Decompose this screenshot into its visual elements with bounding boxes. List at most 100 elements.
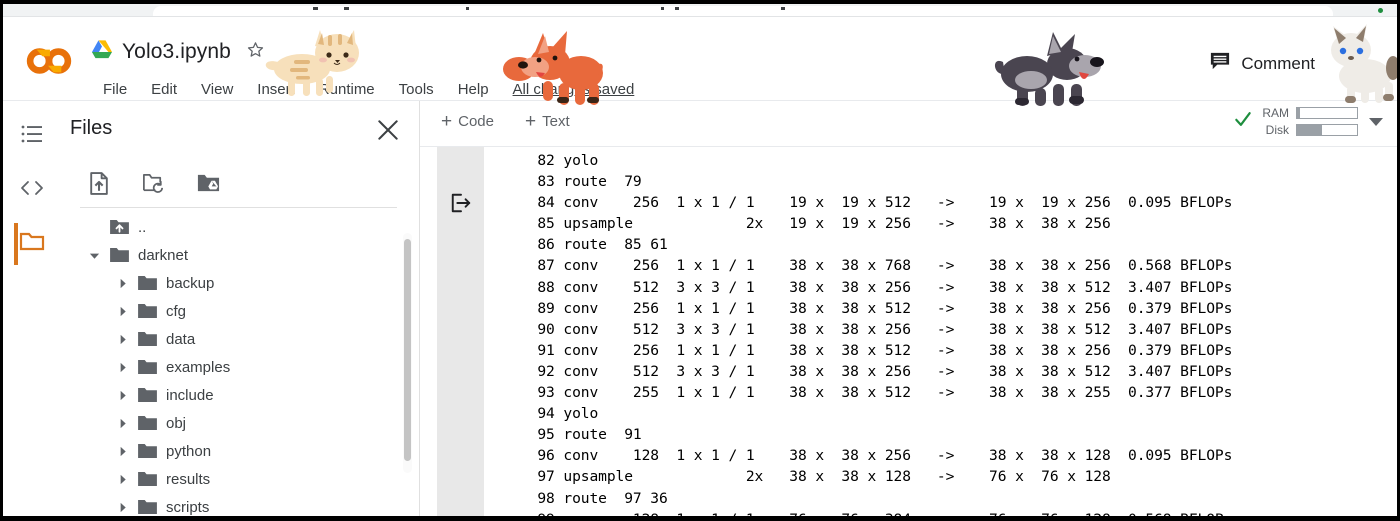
menu-insert[interactable]: Insert <box>245 79 307 100</box>
page-title[interactable]: Yolo3.ipynb <box>122 40 231 64</box>
files-toolbar-divider <box>80 207 397 208</box>
mount-drive-icon[interactable] <box>196 171 221 196</box>
tree-item-results[interactable]: results <box>58 465 419 493</box>
save-status-link[interactable]: All changes saved <box>513 81 635 98</box>
chevron-right-icon[interactable] <box>114 415 130 431</box>
colab-logo[interactable] <box>25 44 73 78</box>
green-check-icon <box>1233 109 1253 134</box>
folder-icon <box>138 303 157 319</box>
output-line: 83 route 79 <box>520 173 642 191</box>
output-line: 86 route 85 61 <box>520 236 668 254</box>
menu-runtime[interactable]: Runtime <box>307 79 387 100</box>
tree-item-darknet[interactable]: darknet <box>58 241 419 269</box>
chevron-right-icon[interactable] <box>114 443 130 459</box>
browser-tab[interactable] <box>153 6 1333 16</box>
runtime-resources[interactable]: RAM Disk <box>1233 106 1383 137</box>
file-tree: .. darknet backup cfg data examples include obj… <box>58 213 419 516</box>
tree-caret-empty <box>86 219 102 235</box>
resource-meters: RAM Disk <box>1260 106 1358 137</box>
notebook-area: 82 yolo 83 route 79 84 conv 256 1 x 1 / … <box>420 147 1397 516</box>
tree-item-obj[interactable]: obj <box>58 409 419 437</box>
close-icon[interactable] <box>375 117 401 143</box>
chrome-mark <box>466 7 469 10</box>
ram-meter-fill <box>1297 108 1300 118</box>
chevron-right-icon[interactable] <box>114 303 130 319</box>
menu-file[interactable]: File <box>91 79 139 100</box>
menu-help[interactable]: Help <box>446 79 501 100</box>
tree-item-label: scripts <box>166 498 210 516</box>
tree-item-cfg[interactable]: cfg <box>58 297 419 325</box>
plus-icon: + <box>525 111 537 132</box>
chevron-right-icon[interactable] <box>114 387 130 403</box>
chrome-status-dot <box>1378 8 1383 13</box>
chevron-right-icon[interactable] <box>114 331 130 347</box>
chrome-mark <box>313 7 318 10</box>
menu-edit[interactable]: Edit <box>139 79 189 100</box>
tree-item-python[interactable]: python <box>58 437 419 465</box>
output-line: 90 conv 512 3 x 3 / 1 38 x 38 x 256 -> 3… <box>520 320 1233 338</box>
files-scrollbar-thumb[interactable] <box>404 239 411 461</box>
tree-item-dotdot[interactable]: .. <box>58 213 419 241</box>
output-line: 96 conv 128 1 x 1 / 1 38 x 38 x 256 -> 3… <box>520 447 1233 465</box>
add-code-cell-button[interactable]: + Code <box>441 112 494 131</box>
refresh-folder-icon[interactable] <box>141 171 166 196</box>
folder-icon <box>138 443 157 459</box>
comment-button[interactable]: Comment <box>1209 51 1315 76</box>
tree-item-label: obj <box>166 414 187 432</box>
code-brackets-icon <box>20 179 44 202</box>
tree-item-label: python <box>166 442 212 460</box>
tree-item-scripts[interactable]: scripts <box>58 493 419 516</box>
notebook-toolbar: + Code + Text RAM Disk <box>420 101 1397 147</box>
output-line: 92 conv 512 3 x 3 / 1 38 x 38 x 256 -> 3… <box>520 362 1233 380</box>
cell-output-icon[interactable] <box>450 192 472 214</box>
chevron-right-icon[interactable] <box>114 499 130 515</box>
chrome-mark <box>344 7 349 10</box>
tree-item-examples[interactable]: examples <box>58 353 419 381</box>
chrome-mark <box>781 7 785 10</box>
folder-icon <box>138 331 157 347</box>
chevron-right-icon[interactable] <box>114 471 130 487</box>
ram-label: RAM <box>1262 106 1289 120</box>
sidebar-item-table-of-contents[interactable] <box>17 121 47 151</box>
ram-meter-bar <box>1296 107 1358 119</box>
files-scrollbar[interactable] <box>403 233 412 473</box>
tree-item-include[interactable]: include <box>58 381 419 409</box>
output-line: 88 conv 512 3 x 3 / 1 38 x 38 x 256 -> 3… <box>520 278 1233 296</box>
colab-window: Yolo3.ipynb File Edit View Insert Runtim… <box>0 0 1400 521</box>
document-title-row: Yolo3.ipynb <box>91 39 265 64</box>
disk-meter-bar <box>1296 124 1358 136</box>
folder-icon <box>138 387 157 403</box>
output-line: 94 yolo <box>520 405 599 423</box>
menu-bar: File Edit View Insert Runtime Tools Help… <box>91 79 634 100</box>
chevron-down-icon[interactable] <box>1369 117 1383 126</box>
tree-item-label: data <box>166 330 196 348</box>
tree-item-backup[interactable]: backup <box>58 269 419 297</box>
tree-item-data[interactable]: data <box>58 325 419 353</box>
folder-icon <box>138 275 157 291</box>
sidebar-item-files[interactable] <box>17 229 47 259</box>
app-header: Yolo3.ipynb File Edit View Insert Runtim… <box>3 17 1397 101</box>
menu-view[interactable]: View <box>189 79 245 100</box>
star-outline-icon[interactable] <box>240 40 265 64</box>
chevron-right-icon[interactable] <box>114 359 130 375</box>
cell-gutter <box>437 147 484 516</box>
cell-output: 82 yolo 83 route 79 84 conv 256 1 x 1 / … <box>484 147 1397 516</box>
output-line: 89 conv 256 1 x 1 / 1 38 x 38 x 512 -> 3… <box>520 299 1233 317</box>
add-text-label: Text <box>542 113 570 130</box>
output-line: 95 route 91 <box>520 426 642 444</box>
files-toolbar <box>58 159 419 207</box>
chevron-right-icon[interactable] <box>114 275 130 291</box>
disk-meter-fill <box>1297 125 1323 135</box>
tree-item-label: cfg <box>166 302 187 320</box>
output-line: 85 upsample 2x 19 x 19 x 256 -> 38 x 38 … <box>520 215 1111 233</box>
folder-icon <box>138 359 157 375</box>
sidebar-item-code-snippets[interactable] <box>17 175 47 205</box>
output-line: 98 route 97 36 <box>520 489 668 507</box>
files-panel-title: Files <box>70 117 113 139</box>
chevron-down-icon[interactable] <box>86 247 102 263</box>
browser-chrome-strip <box>3 4 1397 17</box>
upload-file-icon[interactable] <box>86 171 111 196</box>
add-text-cell-button[interactable]: + Text <box>525 112 570 131</box>
output-line: 91 conv 256 1 x 1 / 1 38 x 38 x 512 -> 3… <box>520 341 1233 359</box>
menu-tools[interactable]: Tools <box>387 79 446 100</box>
